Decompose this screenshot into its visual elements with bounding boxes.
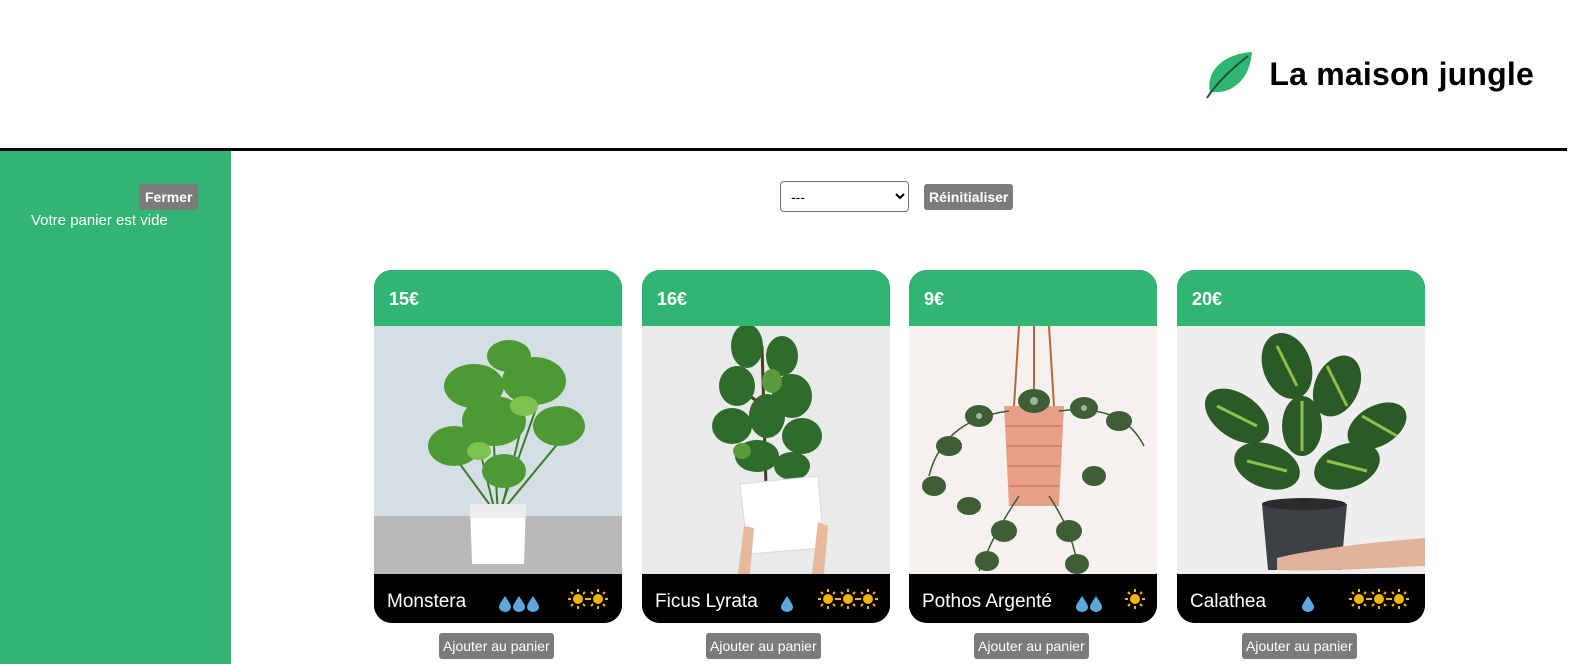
sun-icon	[568, 589, 608, 609]
plant-name: Ficus Lyrata	[655, 591, 758, 612]
water-drop-icon	[499, 596, 539, 612]
price-label: 16€	[657, 289, 688, 309]
cart-empty-message: Votre panier est vide	[31, 212, 168, 229]
card-footer: Calathea	[1177, 574, 1425, 623]
site-title: La maison jungle	[1269, 56, 1534, 92]
price-label: 9€	[924, 289, 945, 309]
water-drop-icon	[1076, 596, 1102, 612]
plant-name: Calathea	[1190, 591, 1267, 612]
plant-card: 15€ Monstera	[374, 270, 622, 623]
sun-icon	[818, 589, 878, 609]
water-drop-icon	[1302, 596, 1314, 612]
card-footer: Monstera	[374, 574, 622, 623]
price-label: 20€	[1192, 289, 1223, 309]
close-cart-button[interactable]: Fermer	[139, 184, 199, 210]
plant-name: Monstera	[387, 591, 467, 612]
price-bar: 9€	[909, 270, 1157, 326]
site-header: La maison jungle	[0, 0, 1567, 151]
sun-icon	[1349, 589, 1409, 609]
card-footer: Ficus Lyrata	[642, 574, 890, 623]
plant-name: Pothos Argenté	[922, 591, 1052, 612]
price-bar: 15€	[374, 270, 622, 326]
add-to-cart-button[interactable]: Ajouter au panier	[439, 633, 554, 659]
category-select[interactable]: ---	[780, 181, 909, 212]
price-label: 15€	[389, 289, 420, 309]
plant-card: 16€ Ficus Lyrata	[642, 270, 890, 623]
water-drop-icon	[781, 596, 793, 612]
reset-button[interactable]: Réinitialiser	[924, 184, 1014, 210]
plant-image	[909, 326, 1157, 574]
plant-image	[642, 326, 890, 574]
sun-icon	[1125, 589, 1145, 609]
add-to-cart-button[interactable]: Ajouter au panier	[974, 633, 1089, 659]
card-footer: Pothos Argenté	[909, 574, 1157, 623]
plant-image	[374, 326, 622, 574]
price-bar: 20€	[1177, 270, 1425, 326]
plant-card: 9€ Pothos Argenté	[909, 270, 1157, 623]
add-to-cart-button[interactable]: Ajouter au panier	[706, 633, 821, 659]
plant-card: 20€ Calathea	[1177, 270, 1425, 623]
add-to-cart-button[interactable]: Ajouter au panier	[1242, 633, 1357, 659]
leaf-icon	[1206, 52, 1252, 99]
price-bar: 16€	[642, 270, 890, 326]
plant-image	[1177, 326, 1425, 574]
